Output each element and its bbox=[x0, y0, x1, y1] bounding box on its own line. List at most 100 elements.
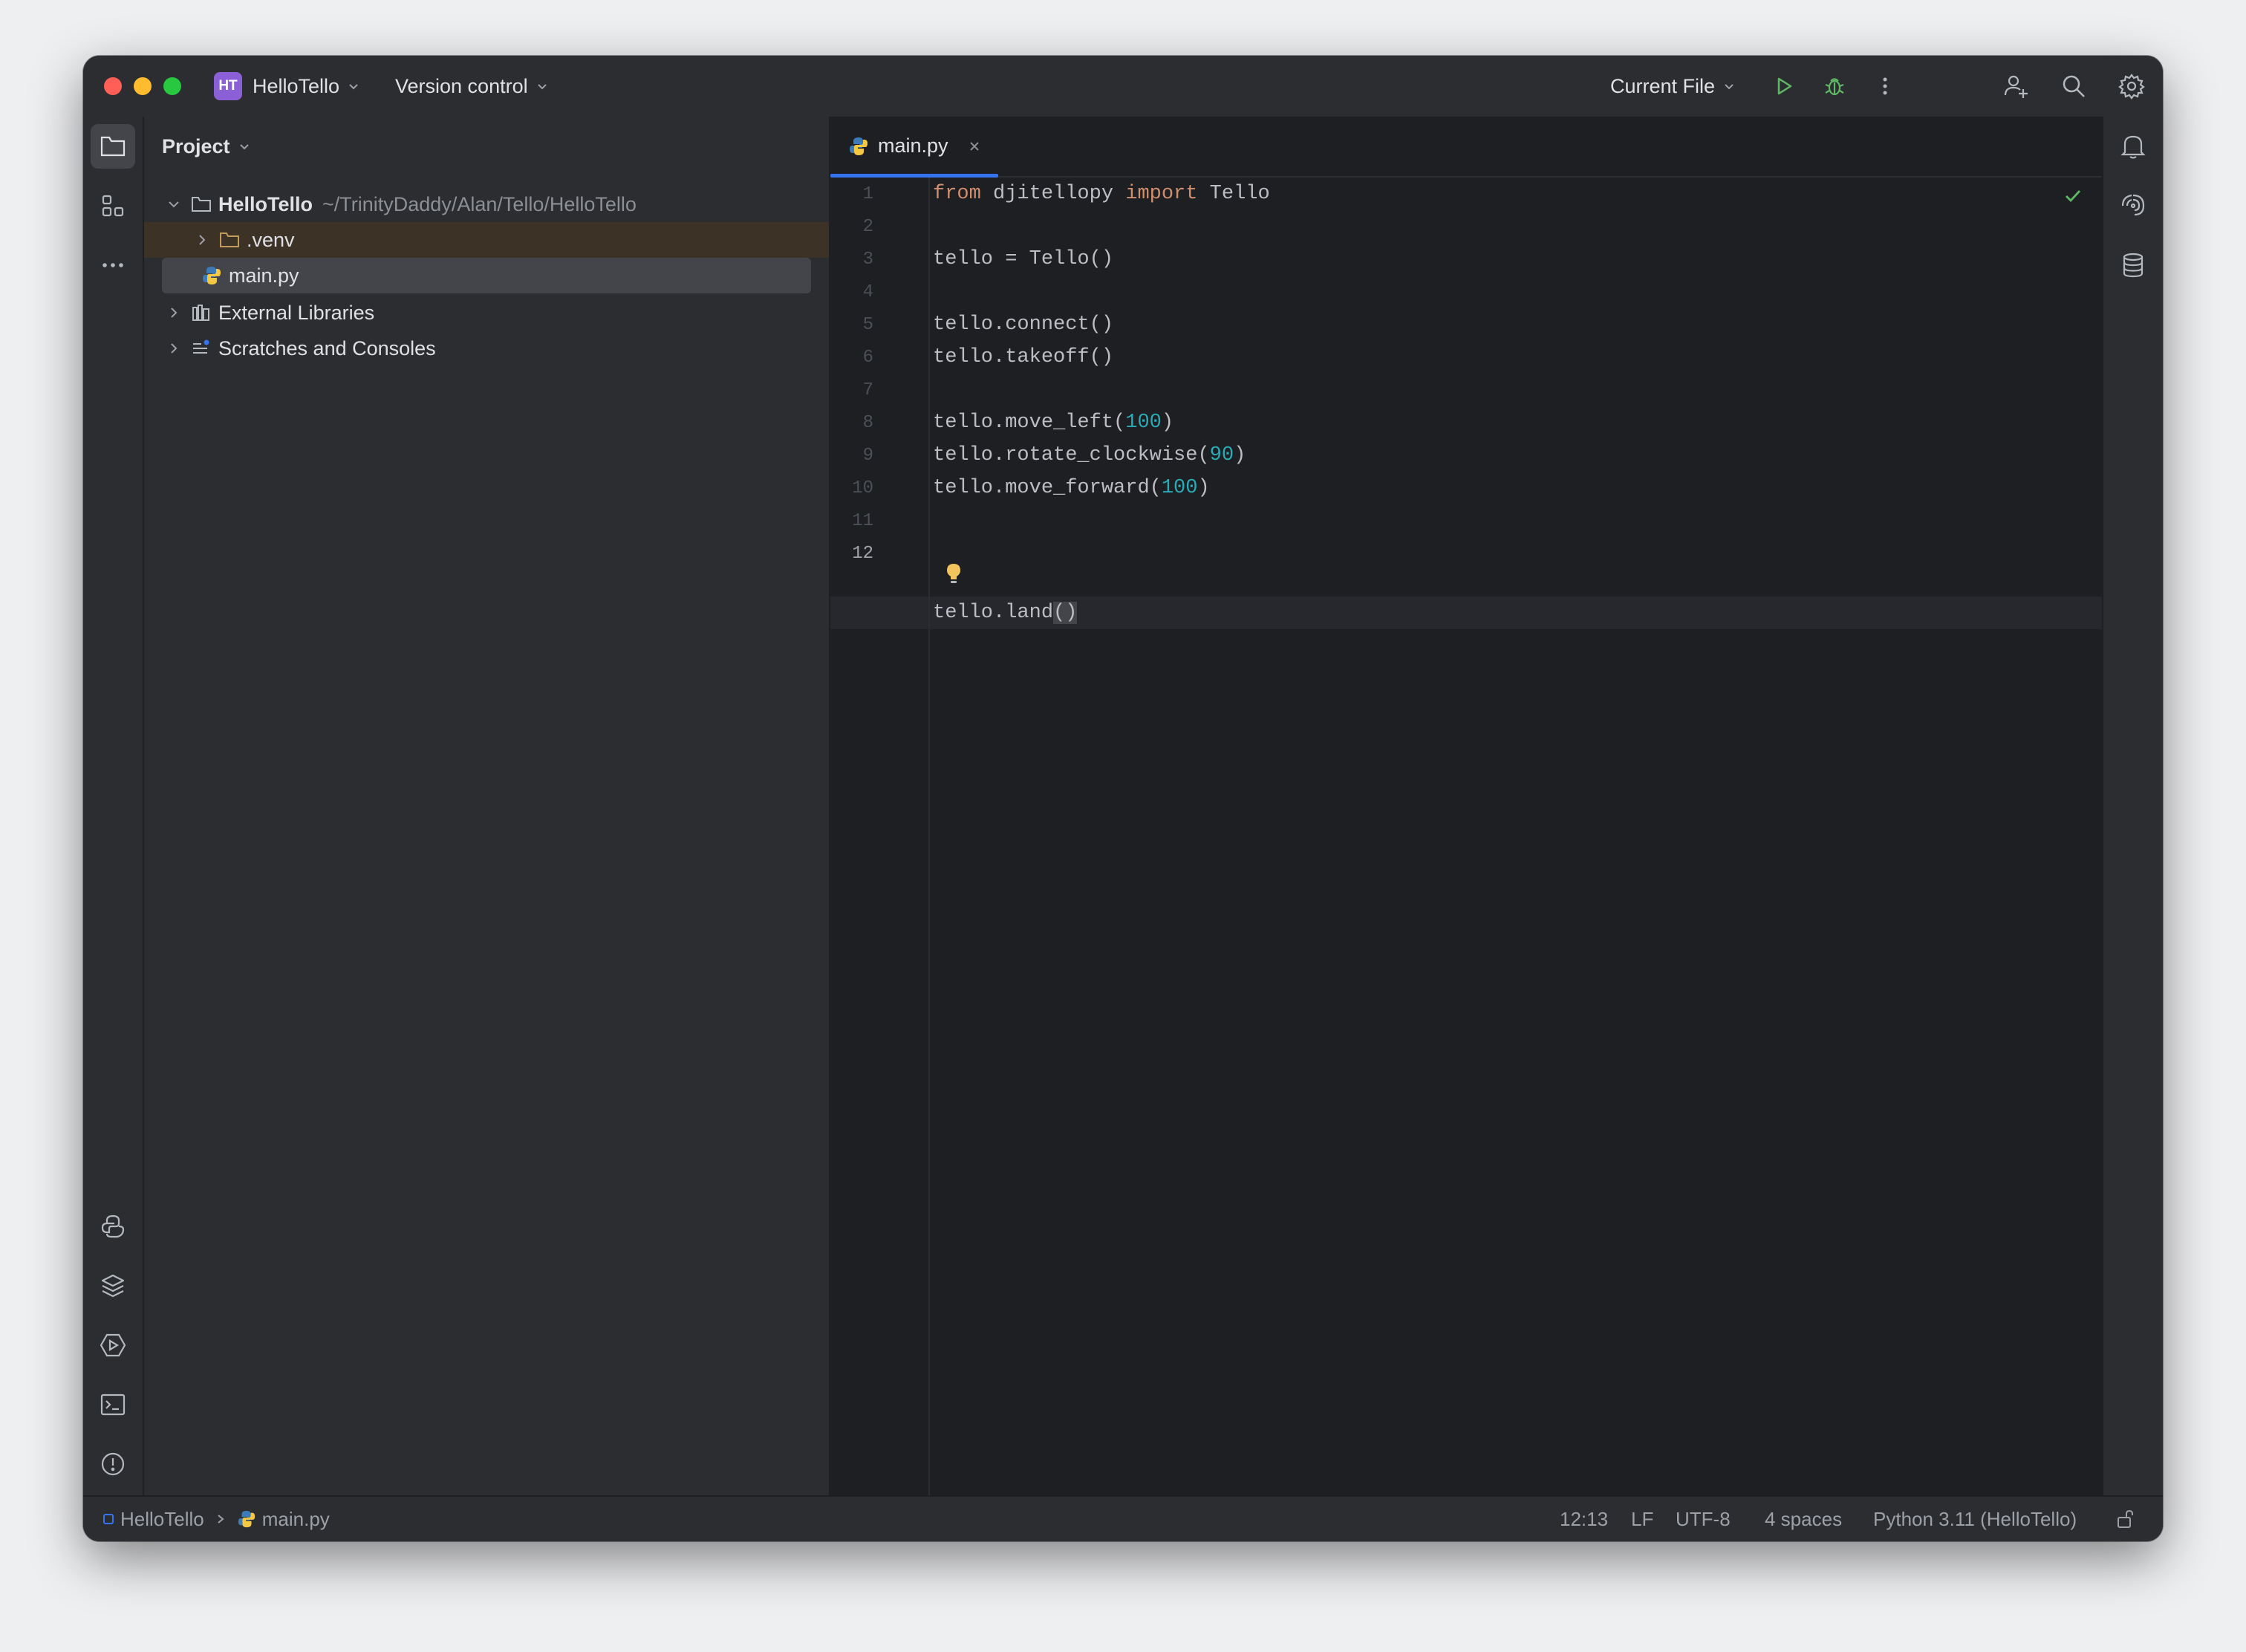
checkmark-icon bbox=[2066, 190, 2081, 203]
code-token: tello = Tello() bbox=[933, 248, 1114, 270]
version-control-label: Version control bbox=[395, 74, 528, 97]
project-tool-button[interactable] bbox=[91, 124, 135, 169]
intention-action-button[interactable] bbox=[945, 562, 963, 588]
code-token: tello.move_left( bbox=[933, 412, 1126, 434]
editor-tab-bar: main.py bbox=[830, 117, 2102, 178]
settings-button[interactable] bbox=[2117, 71, 2146, 101]
ai-assistant-tool-button[interactable] bbox=[2111, 183, 2155, 228]
project-name: HelloTello bbox=[253, 74, 340, 97]
scratches-icon bbox=[190, 337, 212, 360]
code-token-number: 100 bbox=[1161, 477, 1198, 499]
right-tool-strip bbox=[2102, 117, 2163, 1497]
chevron-right-icon bbox=[218, 1515, 224, 1523]
read-only-toggle[interactable] bbox=[2115, 1497, 2136, 1541]
bell-icon bbox=[2120, 135, 2146, 159]
database-icon bbox=[2123, 253, 2144, 278]
python-packages-tool-button[interactable] bbox=[91, 1264, 135, 1308]
line-number: 3 bbox=[862, 249, 873, 270]
close-window-button[interactable] bbox=[104, 77, 122, 95]
minimize-window-button[interactable] bbox=[134, 77, 152, 95]
python-interpreter[interactable]: Python 3.11 (HelloTello) bbox=[1873, 1497, 2077, 1541]
chevron-right-icon[interactable] bbox=[165, 339, 183, 357]
code-line-1[interactable]: from djitellopy import Tello bbox=[933, 178, 1270, 210]
services-icon bbox=[100, 1333, 126, 1357]
ide-window: HT HelloTello Version control Current Fi… bbox=[83, 56, 2163, 1541]
tree-item-label: main.py bbox=[229, 264, 299, 287]
caret-position[interactable]: 12:13 bbox=[1560, 1497, 1608, 1541]
more-vertical-icon bbox=[1883, 77, 1887, 95]
code-line-8[interactable]: tello.move_left(100) bbox=[933, 406, 1174, 439]
breadcrumb-file[interactable]: main.py bbox=[262, 1508, 330, 1531]
code-token-matched-brackets: () bbox=[1053, 602, 1078, 624]
chevron-right-icon[interactable] bbox=[193, 231, 211, 249]
chevron-right-icon[interactable] bbox=[165, 304, 183, 322]
close-tab-button[interactable] bbox=[966, 137, 983, 155]
tab-main-py[interactable]: main.py bbox=[830, 117, 998, 178]
database-tool-button[interactable] bbox=[2111, 243, 2155, 287]
code-line-12[interactable]: tello.land() bbox=[933, 596, 1078, 629]
structure-tool-button[interactable] bbox=[91, 183, 135, 228]
tree-item-main-py[interactable]: main.py bbox=[162, 258, 811, 293]
python-file-icon bbox=[201, 264, 223, 287]
version-control-menu[interactable]: Version control bbox=[395, 56, 549, 117]
line-number: 11 bbox=[852, 510, 873, 531]
code-line-9[interactable]: tello.rotate_clockwise(90) bbox=[933, 439, 1246, 472]
folder-icon bbox=[190, 193, 212, 215]
inspection-status[interactable] bbox=[2063, 186, 2083, 209]
tree-item-label: External Libraries bbox=[218, 301, 375, 324]
code-token-number: 90 bbox=[1209, 444, 1234, 466]
run-button[interactable] bbox=[1769, 71, 1799, 101]
title-bar: HT HelloTello Version control Current Fi… bbox=[83, 56, 2163, 118]
terminal-icon bbox=[100, 1394, 126, 1416]
folder-icon bbox=[100, 136, 126, 157]
code-line-10[interactable]: tello.move_forward(100) bbox=[933, 472, 1210, 504]
code-with-me-button[interactable] bbox=[2001, 71, 2031, 101]
python-console-tool-button[interactable] bbox=[91, 1204, 135, 1249]
notifications-tool-button[interactable] bbox=[2111, 124, 2155, 169]
code-token: ) bbox=[1197, 477, 1210, 499]
debug-button[interactable] bbox=[1820, 71, 1849, 101]
more-tools-button[interactable] bbox=[91, 243, 135, 287]
code-token: tello.move_forward( bbox=[933, 477, 1162, 499]
project-switcher[interactable]: HT HelloTello bbox=[214, 56, 360, 117]
line-separator[interactable]: LF bbox=[1631, 1497, 1653, 1541]
tree-item-label: HelloTello bbox=[218, 192, 313, 215]
line-number: 7 bbox=[862, 380, 873, 400]
project-path: ~/TrinityDaddy/Alan/Tello/HelloTello bbox=[322, 192, 637, 215]
problems-tool-button[interactable] bbox=[91, 1442, 135, 1486]
project-panel-header[interactable]: Project bbox=[162, 117, 251, 176]
project-badge: HT bbox=[214, 72, 242, 100]
code-token: tello.rotate_clockwise( bbox=[933, 444, 1210, 466]
line-number-gutter: 1 2 3 4 5 6 7 8 9 10 11 12 bbox=[830, 178, 930, 1497]
indentation[interactable]: 4 spaces bbox=[1765, 1497, 1842, 1541]
tree-item-venv[interactable]: .venv bbox=[144, 222, 829, 258]
line-number: 2 bbox=[862, 216, 873, 237]
python-console-icon bbox=[101, 1214, 125, 1238]
line-number: 1 bbox=[862, 183, 873, 204]
code-token: tello.connect() bbox=[933, 313, 1114, 336]
editor-area: main.py 1 2 3 4 5 6 7 8 9 10 11 12 from … bbox=[830, 117, 2102, 1497]
settings-icon bbox=[2118, 74, 2145, 100]
tree-item-scratches[interactable]: Scratches and Consoles bbox=[144, 331, 829, 366]
chevron-down-icon[interactable] bbox=[165, 195, 183, 213]
close-icon bbox=[970, 142, 979, 151]
search-everywhere-button[interactable] bbox=[2059, 71, 2089, 101]
left-tool-strip bbox=[83, 117, 144, 1536]
services-tool-button[interactable] bbox=[91, 1323, 135, 1368]
terminal-tool-button[interactable] bbox=[91, 1382, 135, 1427]
file-encoding[interactable]: UTF-8 bbox=[1676, 1497, 1731, 1541]
more-actions-button[interactable] bbox=[1870, 71, 1900, 101]
tree-item-external-libraries[interactable]: External Libraries bbox=[144, 295, 829, 331]
run-configuration-selector[interactable]: Current File bbox=[1610, 56, 1736, 117]
code-token-keyword: import bbox=[1125, 183, 1198, 205]
line-number: 6 bbox=[862, 347, 873, 368]
tree-item-project-root[interactable]: HelloTello ~/TrinityDaddy/Alan/Tello/Hel… bbox=[144, 186, 829, 222]
code-line-6[interactable]: tello.takeoff() bbox=[933, 341, 1113, 374]
python-file-icon bbox=[850, 137, 868, 155]
code-line-3[interactable]: tello = Tello() bbox=[933, 243, 1113, 276]
chevron-down-icon bbox=[239, 144, 249, 150]
add-user-icon bbox=[2004, 75, 2028, 98]
breadcrumb-project[interactable]: HelloTello bbox=[120, 1508, 204, 1531]
zoom-window-button[interactable] bbox=[163, 77, 181, 95]
code-line-5[interactable]: tello.connect() bbox=[933, 308, 1113, 341]
